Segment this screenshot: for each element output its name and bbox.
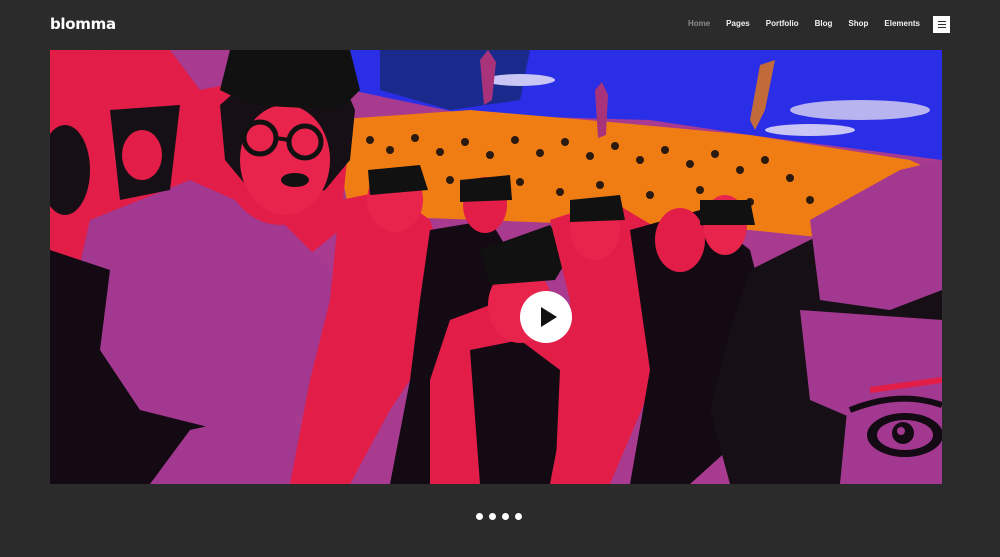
slider-pagination — [476, 513, 522, 520]
slider-dot-4[interactable] — [515, 513, 522, 520]
nav-item-shop[interactable]: Shop — [848, 19, 868, 28]
main-nav: Home Pages Portfolio Blog Shop Elements — [672, 19, 920, 28]
nav-item-portfolio[interactable]: Portfolio — [766, 19, 799, 28]
nav-item-blog[interactable]: Blog — [815, 19, 833, 28]
hero-illustration — [50, 50, 942, 484]
hamburger-line — [937, 24, 946, 25]
hamburger-line — [937, 27, 946, 28]
site-logo[interactable]: blomma — [50, 15, 116, 33]
play-icon — [540, 307, 557, 327]
nav-item-elements[interactable]: Elements — [884, 19, 920, 28]
slider-dot-2[interactable] — [489, 513, 496, 520]
nav-item-pages[interactable]: Pages — [726, 19, 750, 28]
site-header: blomma Home Pages Portfolio Blog Shop El… — [0, 0, 1000, 50]
hamburger-line — [937, 21, 946, 22]
nav-item-home[interactable]: Home — [688, 19, 710, 28]
slider-dot-3[interactable] — [502, 513, 509, 520]
slider-dot-1[interactable] — [476, 513, 483, 520]
hamburger-icon[interactable] — [933, 16, 950, 33]
play-button[interactable] — [520, 291, 572, 343]
hero-video[interactable] — [50, 50, 942, 484]
